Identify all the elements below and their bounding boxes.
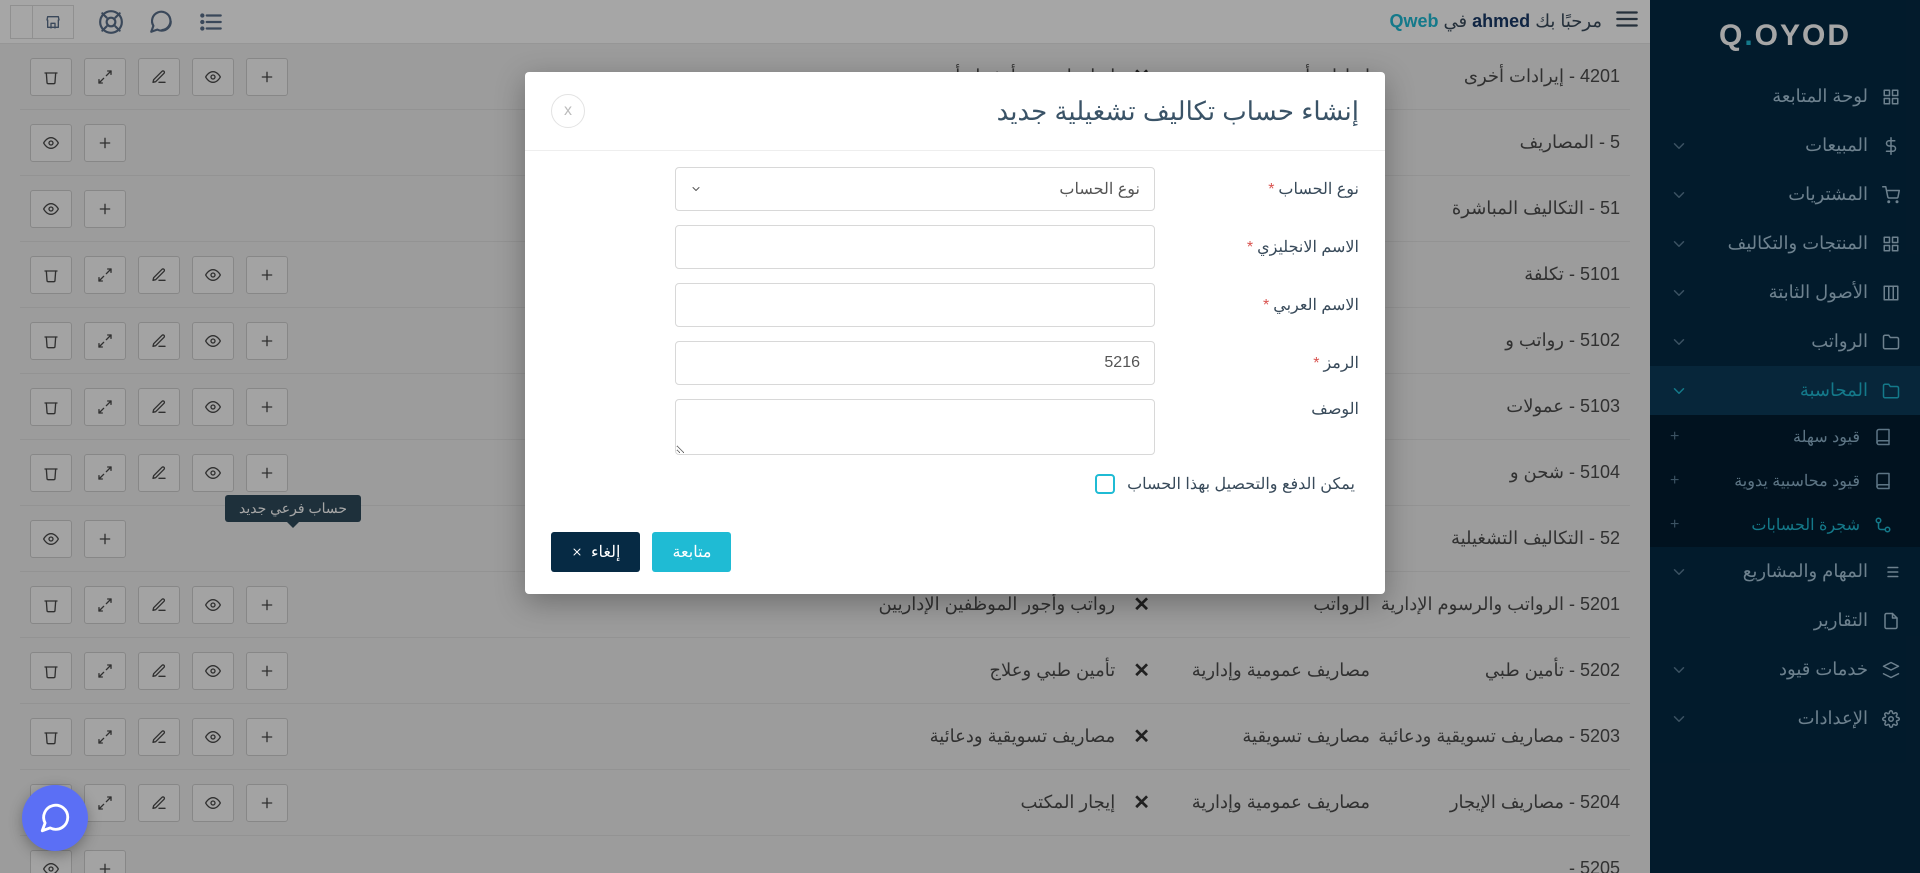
create-account-modal: إنشاء حساب تكاليف تشغيلية جديد x نوع الح… <box>525 72 1385 594</box>
label-description: الوصف <box>1179 399 1359 419</box>
arabic-name-input[interactable] <box>675 283 1155 327</box>
continue-button[interactable]: متابعة <box>652 532 731 572</box>
close-icon[interactable]: x <box>551 94 585 128</box>
code-input[interactable] <box>675 341 1155 385</box>
label-code: الرمز* <box>1179 353 1359 373</box>
modal-body: نوع الحساب* نوع الحساب الاسم الانجليزي* … <box>525 151 1385 514</box>
chat-bubble[interactable] <box>22 785 88 851</box>
label-arabic-name: الاسم العربي* <box>1179 295 1359 315</box>
modal-title: إنشاء حساب تكاليف تشغيلية جديد <box>997 96 1359 127</box>
modal-header: إنشاء حساب تكاليف تشغيلية جديد x <box>525 72 1385 151</box>
label-account-type: نوع الحساب* <box>1179 179 1359 199</box>
chevron-down-icon <box>690 183 702 195</box>
label-english-name: الاسم الانجليزي* <box>1179 237 1359 257</box>
payable-collectable-checkbox[interactable] <box>1095 474 1115 494</box>
description-input[interactable] <box>675 399 1155 455</box>
account-type-select[interactable]: نوع الحساب <box>675 167 1155 211</box>
close-icon <box>571 546 583 558</box>
cancel-button[interactable]: إلغاء <box>551 532 640 572</box>
chat-icon <box>38 801 72 835</box>
modal-footer: إلغاء متابعة <box>525 514 1385 594</box>
english-name-input[interactable] <box>675 225 1155 269</box>
label-payable-collectable: يمكن الدفع والتحصيل بهذا الحساب <box>1127 474 1355 494</box>
